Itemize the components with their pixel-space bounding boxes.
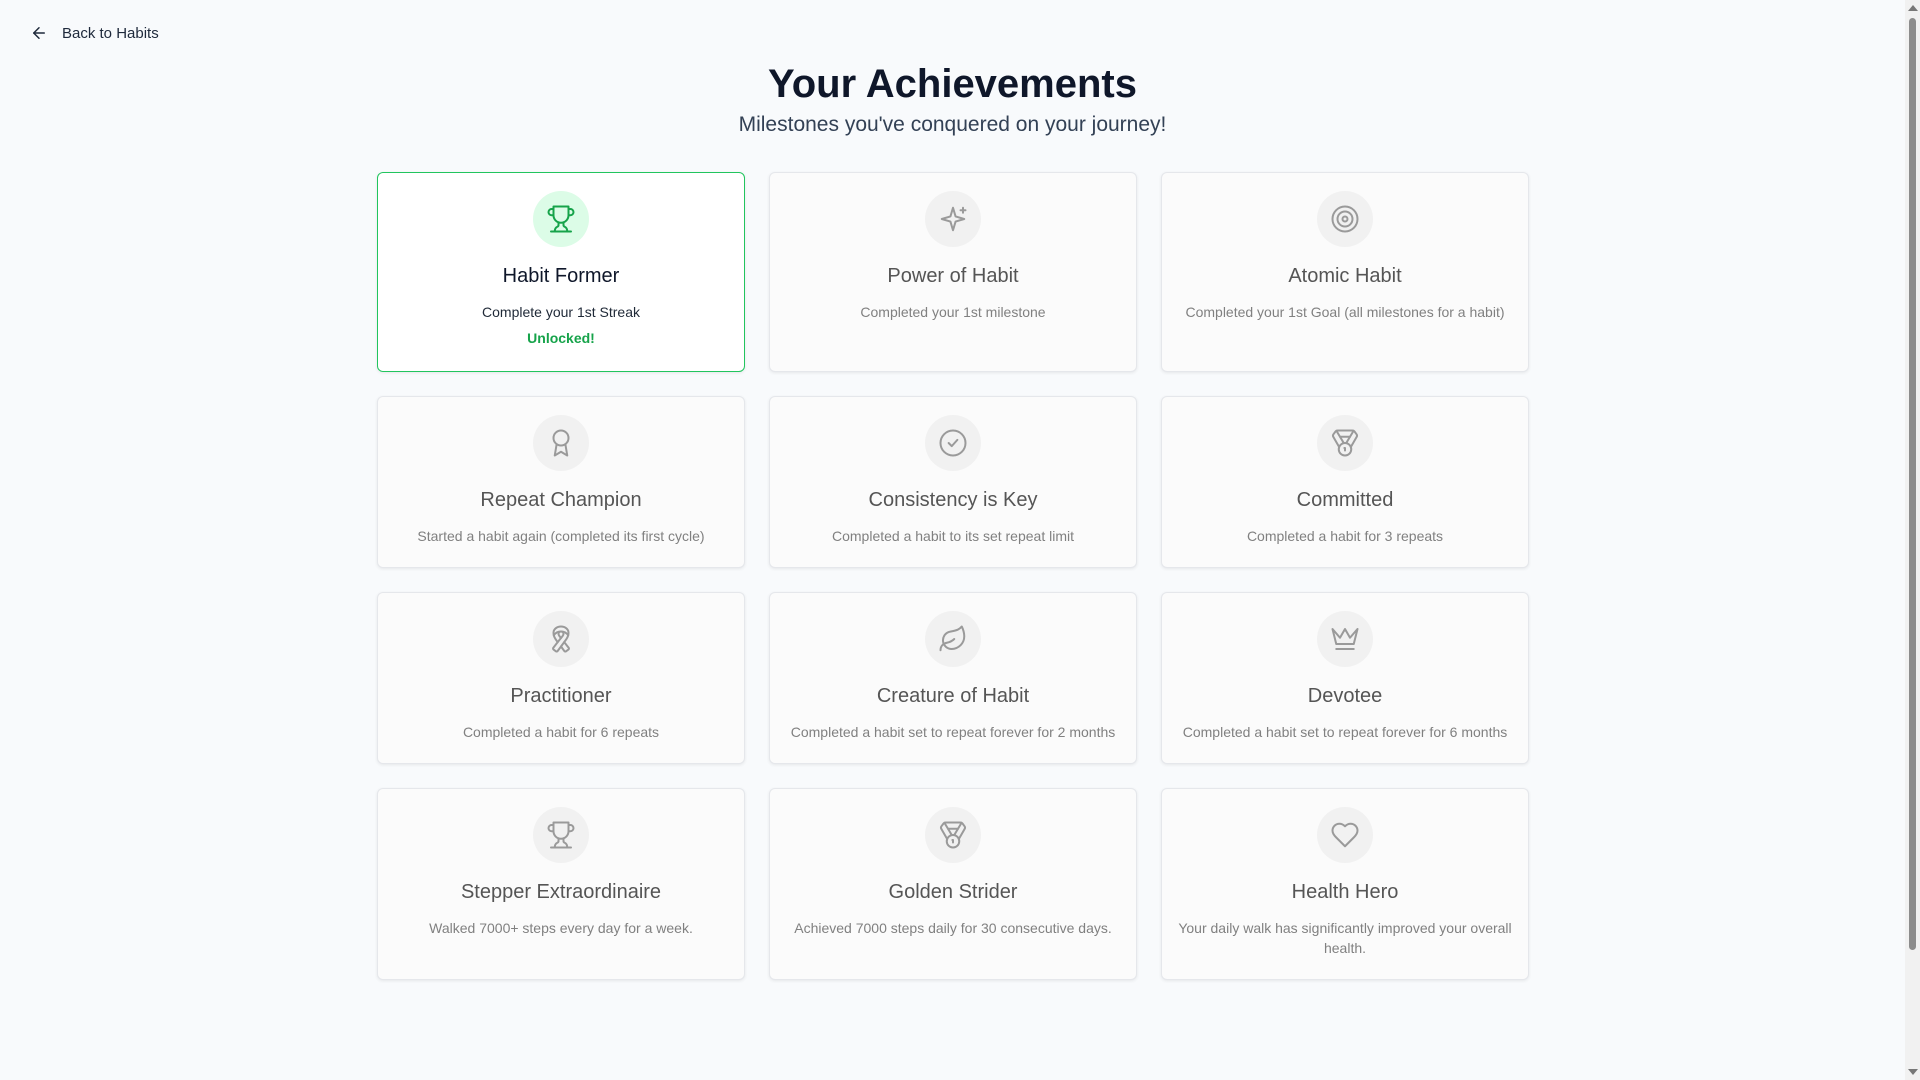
- achievement-title: Consistency is Key: [868, 489, 1038, 511]
- achievement-description: Completed a habit to its set repeat limi…: [831, 528, 1074, 544]
- back-to-habits-link[interactable]: Back to Habits: [30, 24, 159, 42]
- achievement-card: Repeat Champion Started a habit again (c…: [377, 396, 745, 568]
- scroll-down-icon[interactable]: [1908, 1069, 1918, 1075]
- scroll-up-icon[interactable]: [1908, 5, 1918, 11]
- achievement-title: Creature of Habit: [876, 685, 1030, 707]
- page-title: Your Achievements: [767, 62, 1137, 106]
- medal-icon: [1331, 429, 1358, 457]
- vertical-scrollbar[interactable]: [1905, 0, 1920, 1080]
- achievement-description: Completed a habit for 3 repeats: [1246, 528, 1444, 544]
- achievement-description: Walked 7000+ steps every day for a week.: [429, 920, 693, 936]
- achievement-description: Started a habit again (completed its fir…: [417, 528, 705, 544]
- achievement-card: Habit Former Complete your 1st Streak Un…: [377, 172, 745, 372]
- achievement-description: Complete your 1st Streak: [482, 304, 640, 320]
- back-link-label: Back to Habits: [62, 24, 159, 42]
- achievement-card: Creature of Habit Completed a habit set …: [769, 592, 1137, 764]
- medal-icon: [939, 821, 966, 849]
- achievement-description: Your daily walk has significantly improv…: [1178, 920, 1512, 956]
- achievement-card: Consistency is Key Completed a habit to …: [769, 396, 1137, 568]
- leaf-icon: [939, 625, 966, 652]
- ribbon-icon: [552, 625, 570, 653]
- award-icon: [552, 429, 570, 457]
- trophy-icon: [547, 205, 575, 233]
- achievement-description: Achieved 7000 steps daily for 30 consecu…: [794, 920, 1112, 936]
- page-subtitle: Milestones you've conquered on your jour…: [738, 113, 1167, 136]
- crown-icon: [1331, 628, 1359, 650]
- trophy-icon: [547, 821, 575, 849]
- achievement-title: Devotee: [1307, 685, 1383, 707]
- achievement-title: Stepper Extraordinaire: [460, 881, 662, 903]
- sparkle-icon: [940, 206, 967, 232]
- achievement-card: Golden Strider Achieved 7000 steps daily…: [769, 788, 1137, 980]
- achievements-grid: Habit Former Complete your 1st Streak Un…: [377, 172, 1529, 980]
- achievement-card: Stepper Extraordinaire Walked 7000+ step…: [377, 788, 745, 980]
- achievement-title: Health Hero: [1291, 881, 1399, 903]
- target-icon: [1331, 205, 1359, 233]
- achievement-title: Practitioner: [510, 685, 612, 707]
- achievement-card: Practitioner Completed a habit for 6 rep…: [377, 592, 745, 764]
- achievement-title: Power of Habit: [887, 265, 1019, 287]
- achievement-title: Committed: [1296, 489, 1394, 511]
- achievement-title: Repeat Champion: [480, 489, 642, 511]
- achievement-title: Habit Former: [502, 265, 620, 287]
- scrollbar-thumb[interactable]: [1909, 18, 1916, 950]
- achievement-title: Golden Strider: [888, 881, 1018, 903]
- heart-icon: [1331, 822, 1359, 848]
- achievement-card: Committed Completed a habit for 3 repeat…: [1161, 396, 1529, 568]
- check-circle-icon: [939, 429, 967, 457]
- achievement-card: Devotee Completed a habit set to repeat …: [1161, 592, 1529, 764]
- achievement-card: Health Hero Your daily walk has signific…: [1161, 788, 1529, 980]
- achievement-title: Atomic Habit: [1288, 265, 1402, 287]
- achievement-description: Completed a habit set to repeat forever …: [790, 724, 1116, 740]
- achievement-description: Completed a habit for 6 repeats: [462, 724, 660, 740]
- achievement-description: Completed your 1st milestone: [860, 304, 1046, 320]
- unlocked-badge: Unlocked!: [527, 330, 595, 346]
- achievement-card: Power of Habit Completed your 1st milest…: [769, 172, 1137, 372]
- achievement-description: Completed a habit set to repeat forever …: [1182, 724, 1508, 740]
- achievement-card: Atomic Habit Completed your 1st Goal (al…: [1161, 172, 1529, 372]
- achievement-description: Completed your 1st Goal (all milestones …: [1185, 304, 1505, 320]
- arrow-left-icon: [33, 27, 45, 39]
